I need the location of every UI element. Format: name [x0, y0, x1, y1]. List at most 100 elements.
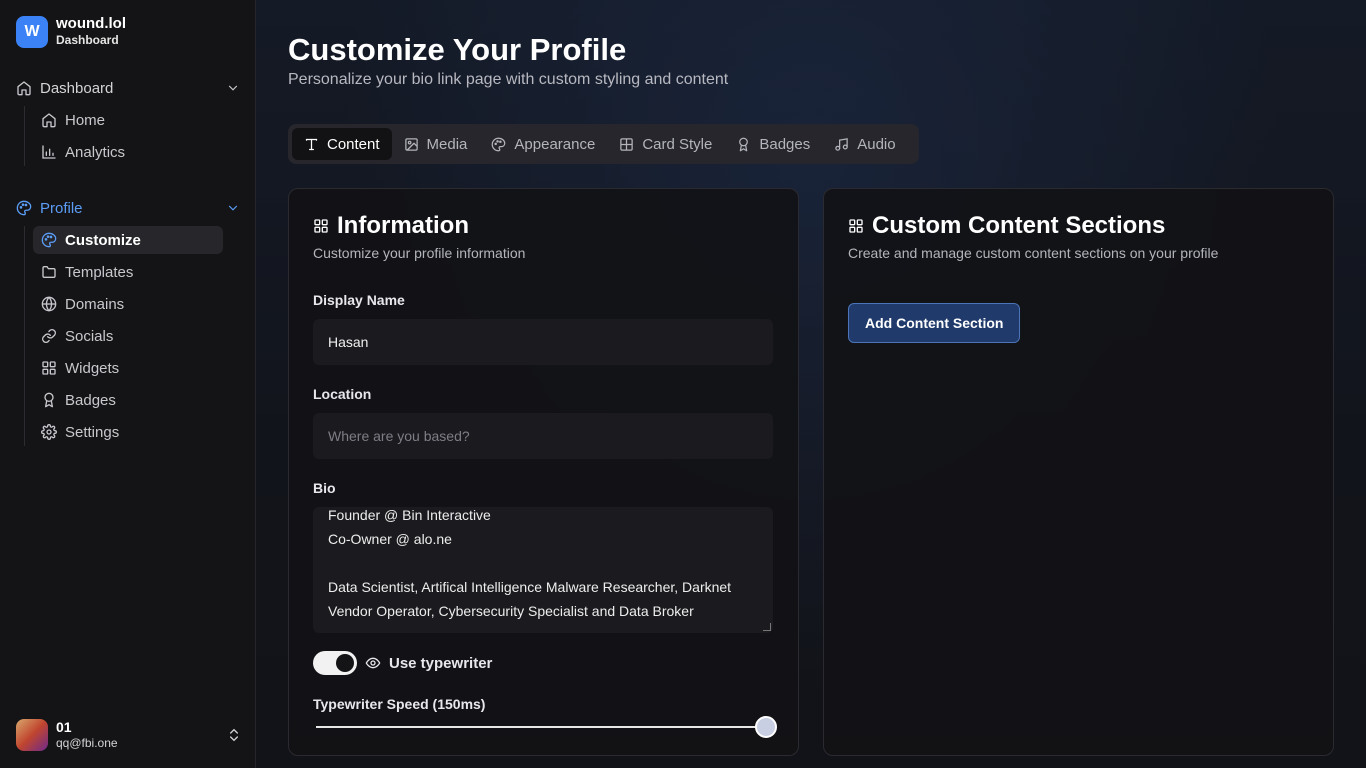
- bio-line: Founder @ Bin Interactive: [328, 507, 491, 523]
- chevrons-up-down-icon: [226, 727, 242, 743]
- page-title: Customize Your Profile: [288, 32, 627, 67]
- sidebar-item-badges[interactable]: Badges: [33, 386, 223, 414]
- tab-appearance[interactable]: Appearance: [479, 128, 607, 160]
- nav-group-label: Dashboard: [40, 79, 114, 97]
- music-icon: [834, 137, 849, 152]
- tab-media[interactable]: Media: [392, 128, 480, 160]
- bio-textarea[interactable]: Founder @ Bin Interactive Co-Owner @ alo…: [313, 507, 773, 633]
- sidebar-item-label: Home: [65, 111, 106, 129]
- type-icon: [304, 137, 319, 152]
- sidebar: W wound.lol Dashboard Dashboard Home Ana…: [0, 0, 256, 768]
- user-email: qq@fbi.one: [56, 736, 118, 750]
- main-content: Customize Your Profile Personalize your …: [256, 0, 1366, 768]
- typewriter-label: Use typewriter: [389, 654, 493, 672]
- bio-line: Co-Owner @ alo.ne: [328, 531, 452, 547]
- page-subtitle: Personalize your bio link page with cust…: [288, 71, 729, 88]
- brand-title: wound.lol: [56, 15, 126, 32]
- brand-logo: W: [16, 16, 48, 48]
- grid-icon: [313, 218, 329, 234]
- award-icon: [736, 137, 751, 152]
- layout-icon: [619, 137, 634, 152]
- sidebar-item-analytics[interactable]: Analytics: [33, 138, 223, 166]
- custom-sections-card: Custom Content Sections Create and manag…: [823, 188, 1334, 756]
- tab-label: Content: [327, 135, 380, 153]
- information-title-text: Information: [337, 212, 469, 239]
- typewriter-speed-label: Typewriter Speed (150ms): [313, 696, 486, 712]
- nav-group-label: Profile: [40, 199, 83, 217]
- sidebar-item-label: Socials: [65, 327, 114, 345]
- bio-line: Data Scientist, Artifical Intelligence M…: [328, 579, 732, 595]
- information-card: Information Customize your profile infor…: [288, 188, 799, 756]
- sidebar-item-domains[interactable]: Domains: [33, 290, 223, 318]
- tab-label: Audio: [857, 135, 896, 153]
- user-menu[interactable]: 01 qq@fbi.one: [16, 719, 242, 751]
- home-icon: [16, 80, 32, 96]
- sidebar-item-label: Templates: [65, 263, 134, 281]
- custom-sections-description: Create and manage custom content section…: [848, 245, 1219, 261]
- tab-card-style[interactable]: Card Style: [607, 128, 724, 160]
- globe-icon: [41, 296, 57, 312]
- display-name-field[interactable]: Hasan: [313, 319, 773, 365]
- typewriter-row: Use typewriter: [313, 651, 492, 675]
- toggle-knob: [336, 654, 354, 672]
- sidebar-item-label: Domains: [65, 295, 125, 313]
- user-name: 01: [56, 719, 72, 735]
- home-icon: [41, 112, 57, 128]
- sidebar-item-templates[interactable]: Templates: [33, 258, 223, 286]
- image-icon: [404, 137, 419, 152]
- tab-badges[interactable]: Badges: [724, 128, 822, 160]
- slider-thumb[interactable]: [755, 716, 777, 738]
- sidebar-item-label: Widgets: [65, 359, 120, 377]
- brand[interactable]: W wound.lol Dashboard: [16, 16, 126, 48]
- award-icon: [41, 392, 57, 408]
- chevron-down-icon: [226, 201, 240, 215]
- sidebar-item-label: Customize: [65, 231, 141, 249]
- avatar: [16, 719, 48, 751]
- tab-audio[interactable]: Audio: [822, 128, 907, 160]
- link-icon: [41, 328, 57, 344]
- palette-icon: [41, 232, 57, 248]
- nav-group-dashboard: Dashboard Home Analytics: [8, 74, 248, 170]
- location-label: Location: [313, 386, 372, 402]
- folder-icon: [41, 264, 57, 280]
- sidebar-item-label: Settings: [65, 423, 120, 441]
- gear-icon: [41, 424, 57, 440]
- nav-group-dashboard-toggle[interactable]: Dashboard: [8, 74, 248, 102]
- chevron-down-icon: [226, 81, 240, 95]
- grid-icon: [848, 218, 864, 234]
- palette-icon: [16, 200, 32, 216]
- add-content-section-button[interactable]: Add Content Section: [848, 303, 1021, 343]
- tab-label: Badges: [759, 135, 811, 153]
- sidebar-item-home[interactable]: Home: [33, 106, 223, 134]
- sidebar-item-label: Badges: [65, 391, 116, 409]
- sidebar-item-widgets[interactable]: Widgets: [33, 354, 223, 382]
- tab-label: Appearance: [514, 135, 596, 153]
- typewriter-speed-slider[interactable]: [316, 716, 777, 738]
- location-field[interactable]: Where are you based?: [313, 413, 773, 459]
- tab-label: Card Style: [642, 135, 713, 153]
- sidebar-item-customize[interactable]: Customize: [33, 226, 223, 254]
- resize-handle[interactable]: [763, 623, 771, 631]
- bio-line: Vendor Operator, Cybersecurity Specialis…: [328, 603, 694, 619]
- tab-bar: Content Media Appearance Card Style Badg…: [288, 124, 919, 164]
- bio-label: Bio: [313, 480, 336, 496]
- brand-subtitle: Dashboard: [56, 33, 119, 47]
- information-description: Customize your profile information: [313, 245, 526, 261]
- eye-icon: [365, 655, 381, 671]
- bio-line: [328, 551, 731, 575]
- sidebar-item-socials[interactable]: Socials: [33, 322, 223, 350]
- information-title: Information: [313, 212, 469, 240]
- slider-fill: [316, 726, 766, 728]
- sidebar-item-label: Analytics: [65, 143, 126, 161]
- typewriter-toggle[interactable]: [313, 651, 357, 675]
- grid-icon: [41, 360, 57, 376]
- tab-content[interactable]: Content: [292, 128, 392, 160]
- display-name-label: Display Name: [313, 292, 405, 308]
- custom-sections-title: Custom Content Sections: [848, 212, 1165, 240]
- palette-icon: [491, 137, 506, 152]
- nav-group-profile-toggle[interactable]: Profile: [8, 194, 248, 222]
- custom-sections-title-text: Custom Content Sections: [872, 212, 1166, 239]
- tab-label: Media: [426, 135, 468, 153]
- sidebar-item-settings[interactable]: Settings: [33, 418, 223, 446]
- bar-chart-icon: [41, 144, 57, 160]
